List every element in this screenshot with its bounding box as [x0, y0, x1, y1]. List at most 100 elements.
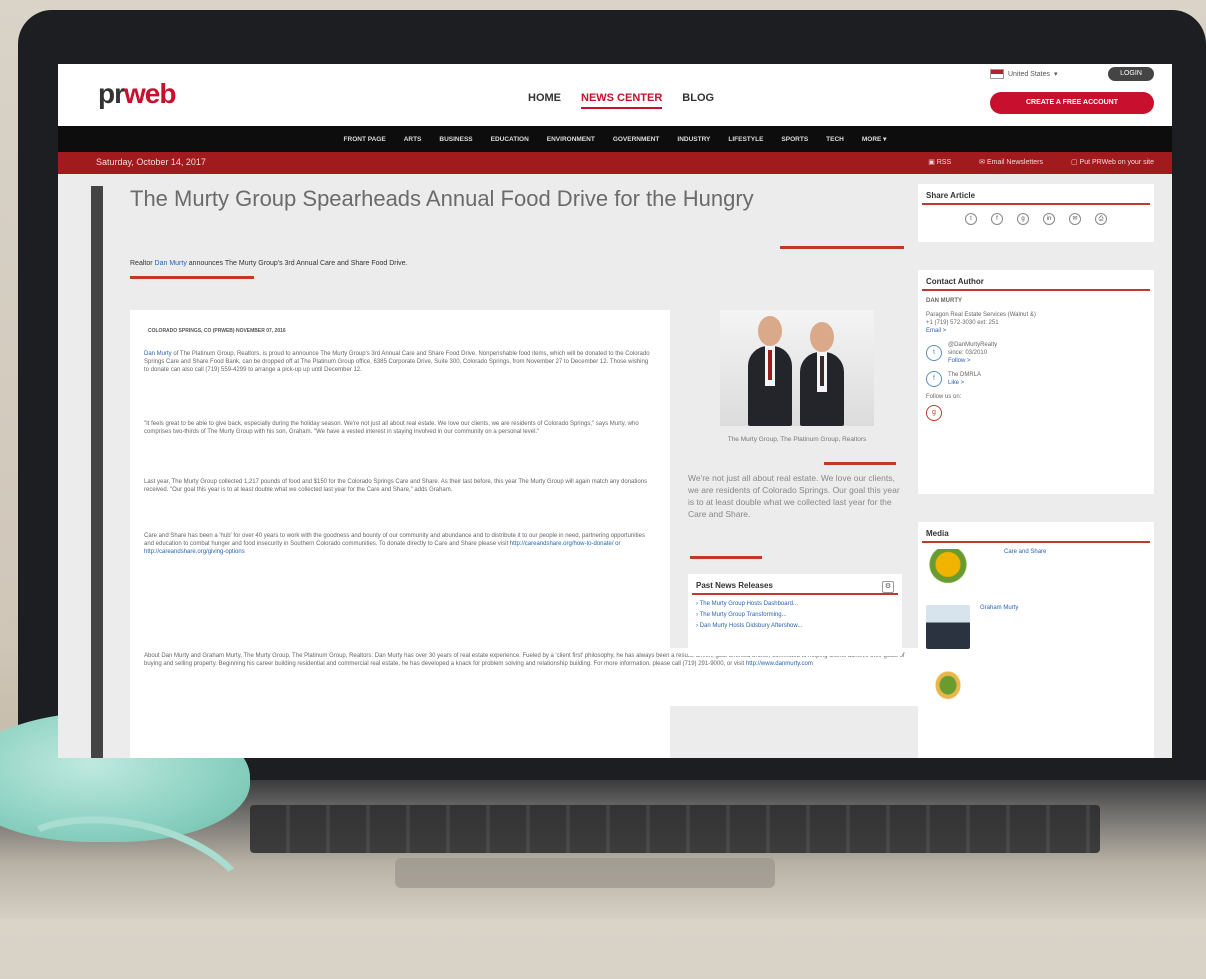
facebook-handle: The DMRLA	[948, 372, 982, 378]
article-photo[interactable]	[720, 310, 874, 426]
put-prweb-label: Put PRWeb on your site	[1079, 159, 1154, 166]
facebook-contact-row: f The DMRLA Like >	[926, 371, 1146, 387]
rss-label: RSS	[936, 159, 952, 166]
twitter-contact-row: t @DanMurtyRealty since: 03/2010 Follow …	[926, 341, 1146, 365]
person-head	[810, 322, 834, 352]
rss-icon: ▣	[928, 159, 937, 166]
print-share-icon[interactable]: ⎙	[1095, 213, 1107, 225]
twitter-follow-link[interactable]: Follow >	[948, 357, 997, 365]
contact-company: Paragon Real Estate Services (Walnut &)	[926, 312, 1036, 318]
twitter-share-icon[interactable]: t	[965, 213, 977, 225]
pull-quote: We're not just all about real estate. We…	[688, 473, 900, 519]
media-panel: Media Care and Share Graham Murty	[918, 522, 1154, 758]
media-item[interactable]	[918, 655, 1154, 711]
article-headline: The Murty Group Spearheads Annual Food D…	[130, 186, 754, 211]
media-item[interactable]: Graham Murty	[918, 599, 1154, 655]
email-newsletters-label: Email Newsletters	[986, 159, 1043, 166]
category-education[interactable]: EDUCATION	[491, 136, 529, 143]
category-industry[interactable]: INDUSTRY	[677, 136, 710, 143]
article-subhead: Realtor Dan Murty announces The Murty Gr…	[130, 260, 408, 267]
login-button[interactable]: LOGIN	[1108, 67, 1154, 81]
locale-label: United States	[1008, 70, 1051, 78]
article-dateline: COLORADO SPRINGS, CO (PRWEB) NOVEMBER 07…	[148, 328, 286, 334]
create-account-button[interactable]: CREATE A FREE ACCOUNT	[990, 92, 1154, 114]
article-paragraph: "It feels great to be able to give back,…	[144, 421, 639, 435]
paragraph-text: of The Platinum Group, Realtors, is prou…	[144, 351, 650, 373]
article-paragraph: Care and Share has been a 'hub' for over…	[144, 532, 654, 556]
datebar-links: ▣ RSS ✉ Email Newsletters ▢ Put PRWeb on…	[928, 158, 1154, 166]
past-news-panel: Past News Releases ⚙ › The Murty Group H…	[688, 574, 902, 656]
put-prweb-link[interactable]: ▢ Put PRWeb on your site	[1071, 158, 1154, 166]
category-lifestyle[interactable]: LIFESTYLE	[728, 136, 763, 143]
browser-screen: prweb HOME NEWS CENTER BLOG United State…	[58, 64, 1172, 758]
email-newsletters-link[interactable]: ✉ Email Newsletters	[979, 158, 1043, 166]
quote-rule	[690, 556, 762, 559]
category-more[interactable]: MORE ▾	[862, 135, 887, 143]
contact-name: DAN MURTY	[926, 298, 962, 304]
twitter-icon: t	[926, 345, 942, 361]
caption-rule	[824, 462, 896, 465]
nav-news-center[interactable]: NEWS CENTER	[581, 92, 663, 109]
past-news-link[interactable]: Dan Murty Hosts Didsbury Aftershow...	[700, 623, 803, 629]
media-item[interactable]: Care and Share	[918, 543, 1154, 599]
subhead-author-link[interactable]: Dan Murty	[155, 260, 187, 267]
media-title: Media	[926, 529, 949, 538]
category-arts[interactable]: ARTS	[404, 136, 422, 143]
category-environment[interactable]: ENVIRONMENT	[547, 136, 595, 143]
rss-link[interactable]: ▣ RSS	[928, 158, 951, 166]
twitter-handle: @DanMurtyRealty	[948, 342, 998, 348]
locale-select[interactable]: United States ▾	[990, 69, 1058, 79]
facebook-details: The DMRLA Like >	[948, 371, 981, 387]
person-tie	[768, 350, 772, 380]
share-icons: t f g in ✉ ⎙	[918, 205, 1154, 233]
past-news-link[interactable]: The Murty Group Hosts Dashboard...	[700, 601, 798, 607]
murty-group-logo	[926, 661, 970, 705]
share-article-title: Share Article	[926, 191, 976, 200]
contact-phone: +1 (719) 572-3030 ext: 251	[926, 320, 999, 326]
laptop-trackpad	[395, 858, 775, 888]
past-news-title: Past News Releases	[696, 581, 773, 590]
share-article-panel: Share Article t f g in ✉ ⎙	[918, 184, 1154, 242]
category-government[interactable]: GOVERNMENT	[613, 136, 660, 143]
site-header: prweb HOME NEWS CENTER BLOG United State…	[58, 64, 1172, 126]
facebook-like-link[interactable]: Like >	[948, 379, 981, 387]
us-flag-icon	[990, 69, 1004, 79]
category-tech[interactable]: TECH	[826, 136, 844, 143]
category-sports[interactable]: SPORTS	[781, 136, 808, 143]
current-date: Saturday, October 14, 2017	[96, 157, 206, 167]
category-front-page[interactable]: FRONT PAGE	[344, 136, 386, 143]
person-tie	[820, 356, 824, 386]
twitter-details: @DanMurtyRealty since: 03/2010 Follow >	[948, 341, 997, 365]
photo-caption: The Murty Group, The Platinum Group, Rea…	[727, 436, 867, 443]
article-paragraph: Dan Murty of The Platinum Group, Realtor…	[144, 350, 654, 374]
contact-email-link[interactable]: Email >	[926, 327, 1146, 335]
article-paragraph: Last year, The Murty Group collected 1,2…	[144, 479, 648, 493]
author-link[interactable]: Dan Murty	[144, 351, 172, 357]
top-nav: HOME NEWS CENTER BLOG	[528, 92, 714, 109]
past-news-item[interactable]: › Dan Murty Hosts Didsbury Aftershow...	[696, 621, 894, 632]
googleplus-icon[interactable]: g	[926, 405, 942, 421]
category-business[interactable]: BUSINESS	[439, 136, 472, 143]
panel-rule	[692, 593, 898, 595]
email-share-icon[interactable]: ✉	[1069, 213, 1081, 225]
media-item-label: Graham Murty	[980, 605, 1019, 611]
past-news-item[interactable]: › The Murty Group Transforming...	[696, 610, 894, 621]
about-website-link[interactable]: http://www.danmurty.com	[746, 661, 813, 667]
linkedin-share-icon[interactable]: in	[1043, 213, 1055, 225]
contact-author-title: Contact Author	[926, 277, 984, 286]
facebook-share-icon[interactable]: f	[991, 213, 1003, 225]
past-news-item[interactable]: › The Murty Group Hosts Dashboard...	[696, 599, 894, 610]
person-figure	[748, 316, 792, 426]
settings-icon[interactable]: ⚙	[882, 581, 894, 593]
person-head	[758, 316, 782, 346]
nav-home[interactable]: HOME	[528, 92, 561, 109]
googleplus-share-icon[interactable]: g	[1017, 213, 1029, 225]
nav-blog[interactable]: BLOG	[682, 92, 714, 109]
past-news-list: › The Murty Group Hosts Dashboard... › T…	[688, 599, 902, 632]
past-news-link[interactable]: The Murty Group Transforming...	[700, 612, 787, 618]
category-nav: FRONT PAGE ARTS BUSINESS EDUCATION ENVIR…	[58, 126, 1172, 152]
prweb-logo[interactable]: prweb	[98, 78, 176, 110]
follow-us-label: Follow us on:	[926, 394, 962, 400]
laptop-keyboard	[250, 805, 1100, 853]
graham-murty-headshot	[926, 605, 970, 649]
